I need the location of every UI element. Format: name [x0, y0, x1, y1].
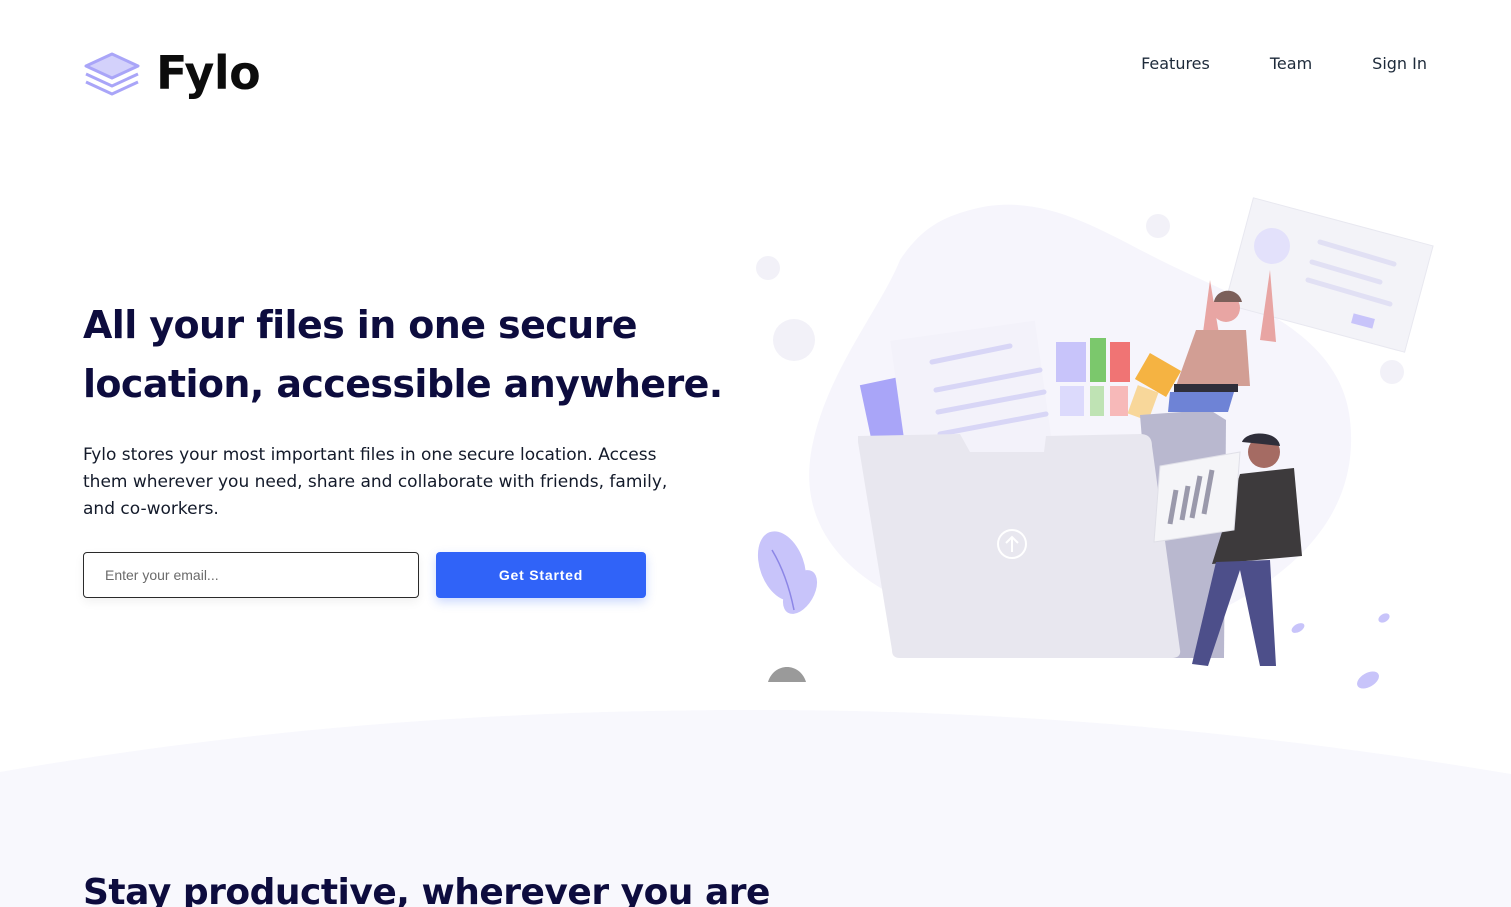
nav-signin-link[interactable]: Sign In [1372, 54, 1427, 73]
main-nav: Features Team Sign In [1081, 54, 1427, 73]
section-title: Stay productive, wherever you are [83, 872, 770, 907]
email-input[interactable] [83, 552, 419, 598]
stacked-layers-icon [84, 52, 140, 96]
site-header: Fylo Features Team Sign In [0, 0, 1511, 140]
hero-title: All your files in one secure location, a… [83, 303, 723, 406]
get-started-button[interactable]: Get Started [436, 552, 646, 598]
nav-features-link[interactable]: Features [1141, 54, 1210, 73]
logo-text: Fylo [156, 46, 261, 100]
hero-description: Fylo stores your most important files in… [83, 445, 668, 519]
nav-team-link[interactable]: Team [1270, 54, 1312, 73]
logo[interactable]: Fylo [82, 46, 261, 100]
people-uploading-files-to-folder-illustration [756, 197, 1434, 689]
